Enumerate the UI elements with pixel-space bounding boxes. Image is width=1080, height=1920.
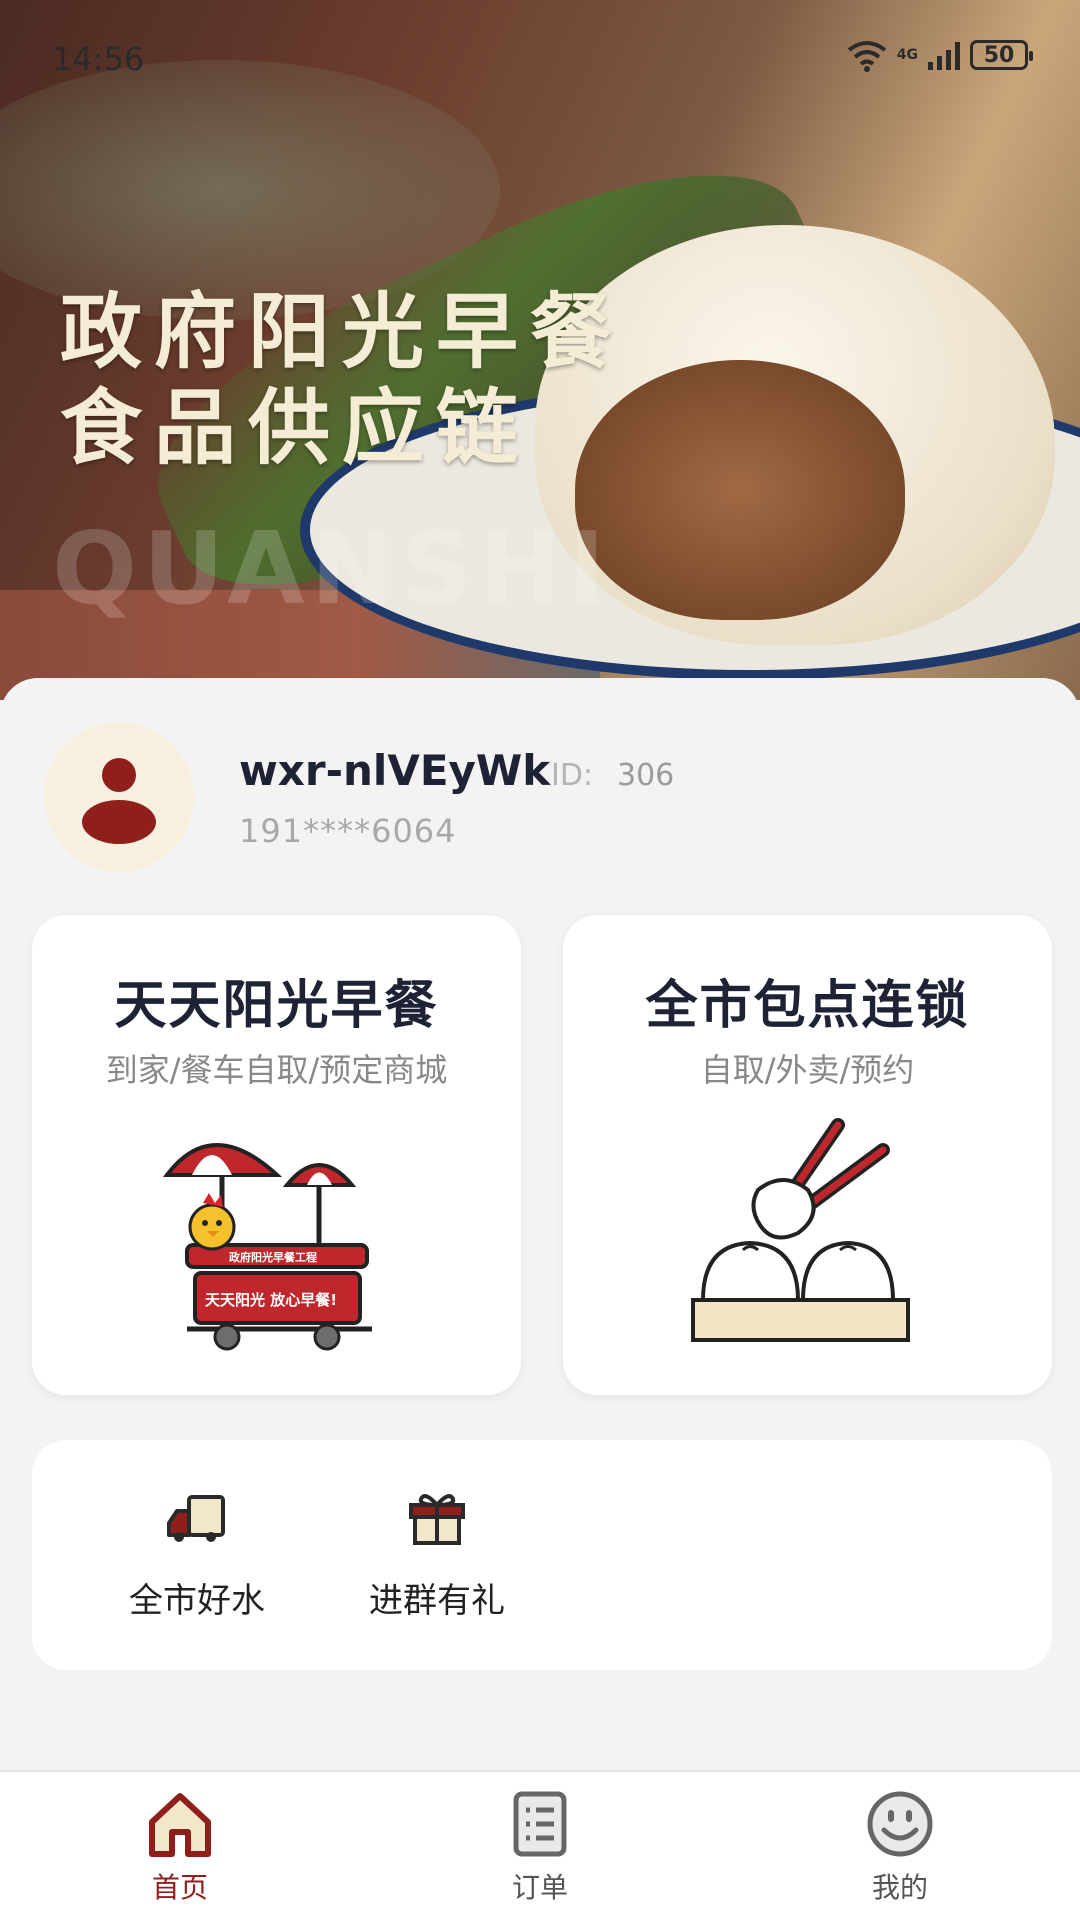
network-type: 4G	[896, 47, 918, 63]
status-icons: 4G 50	[847, 38, 1033, 72]
user-id-label: ID:	[551, 758, 594, 793]
shortcut-city-water[interactable]: 全市好水	[92, 1485, 302, 1622]
steamed-bun-icon	[690, 1118, 910, 1342]
shortcut-label: 全市好水	[129, 1581, 265, 1621]
bottom-tab-bar: 首页 订单 我的	[0, 1770, 1080, 1920]
cart-sign-bottom: 天天阳光 放心早餐!	[205, 1291, 337, 1309]
delivery-truck-icon	[167, 1495, 225, 1542]
banner-title-line2: 食品供应链	[60, 381, 531, 476]
cart-sign-top: 政府阳光早餐工程	[229, 1250, 317, 1264]
shortcut-label: 进群有礼	[369, 1581, 505, 1621]
card-subtitle: 到家/餐车自取/预定商城	[105, 1051, 448, 1089]
card-title: 全市包点连锁	[645, 976, 970, 1036]
tab-label: 首页	[151, 1871, 208, 1904]
banner-title: 政府阳光早餐 食品供应链	[60, 285, 624, 477]
tab-mine[interactable]: 我的	[800, 1788, 1000, 1906]
tab-label: 订单	[511, 1871, 568, 1904]
card-subtitle: 自取/外卖/预约	[700, 1051, 915, 1089]
banner-bun-filling	[575, 360, 905, 620]
tab-label: 我的	[871, 1871, 928, 1904]
breakfast-cart-icon: 政府阳光早餐工程 天天阳光 放心早餐!	[162, 1143, 372, 1351]
smiley-icon	[867, 1791, 933, 1857]
status-time: 14:56	[52, 40, 145, 78]
shortcut-join-group[interactable]: 进群有礼	[332, 1485, 542, 1622]
avatar[interactable]	[44, 722, 194, 872]
battery-icon: 50	[970, 40, 1033, 70]
user-profile[interactable]: wxr-nlVEyWk ID: 306 191****6064	[44, 722, 1044, 872]
tab-home[interactable]: 首页	[80, 1788, 280, 1906]
user-id-value: 306	[617, 758, 675, 793]
username: wxr-nlVEyWk	[239, 746, 551, 795]
shortcut-panel: 全市好水 进群有礼	[32, 1440, 1052, 1670]
wifi-icon	[847, 41, 886, 72]
card-bun-chain[interactable]: 全市包点连锁 自取/外卖/预约	[563, 915, 1052, 1395]
tab-orders[interactable]: 订单	[440, 1788, 640, 1906]
avatar-body	[82, 800, 156, 844]
order-list-icon	[513, 1791, 567, 1857]
home-icon	[149, 1793, 211, 1857]
user-phone: 191****6064	[239, 812, 457, 850]
signal-icon	[928, 40, 960, 70]
gift-icon	[409, 1494, 465, 1545]
card-sunshine-breakfast[interactable]: 天天阳光早餐 到家/餐车自取/预定商城 政府阳光早餐工程 天天阳光 放心早餐!	[32, 915, 521, 1395]
status-bar: 14:56 4G 50	[0, 0, 1080, 120]
banner-watermark: QUANSHI	[52, 510, 612, 627]
card-title: 天天阳光早餐	[114, 976, 439, 1036]
avatar-head	[102, 758, 136, 792]
banner-title-line1: 政府阳光早餐	[60, 285, 625, 380]
